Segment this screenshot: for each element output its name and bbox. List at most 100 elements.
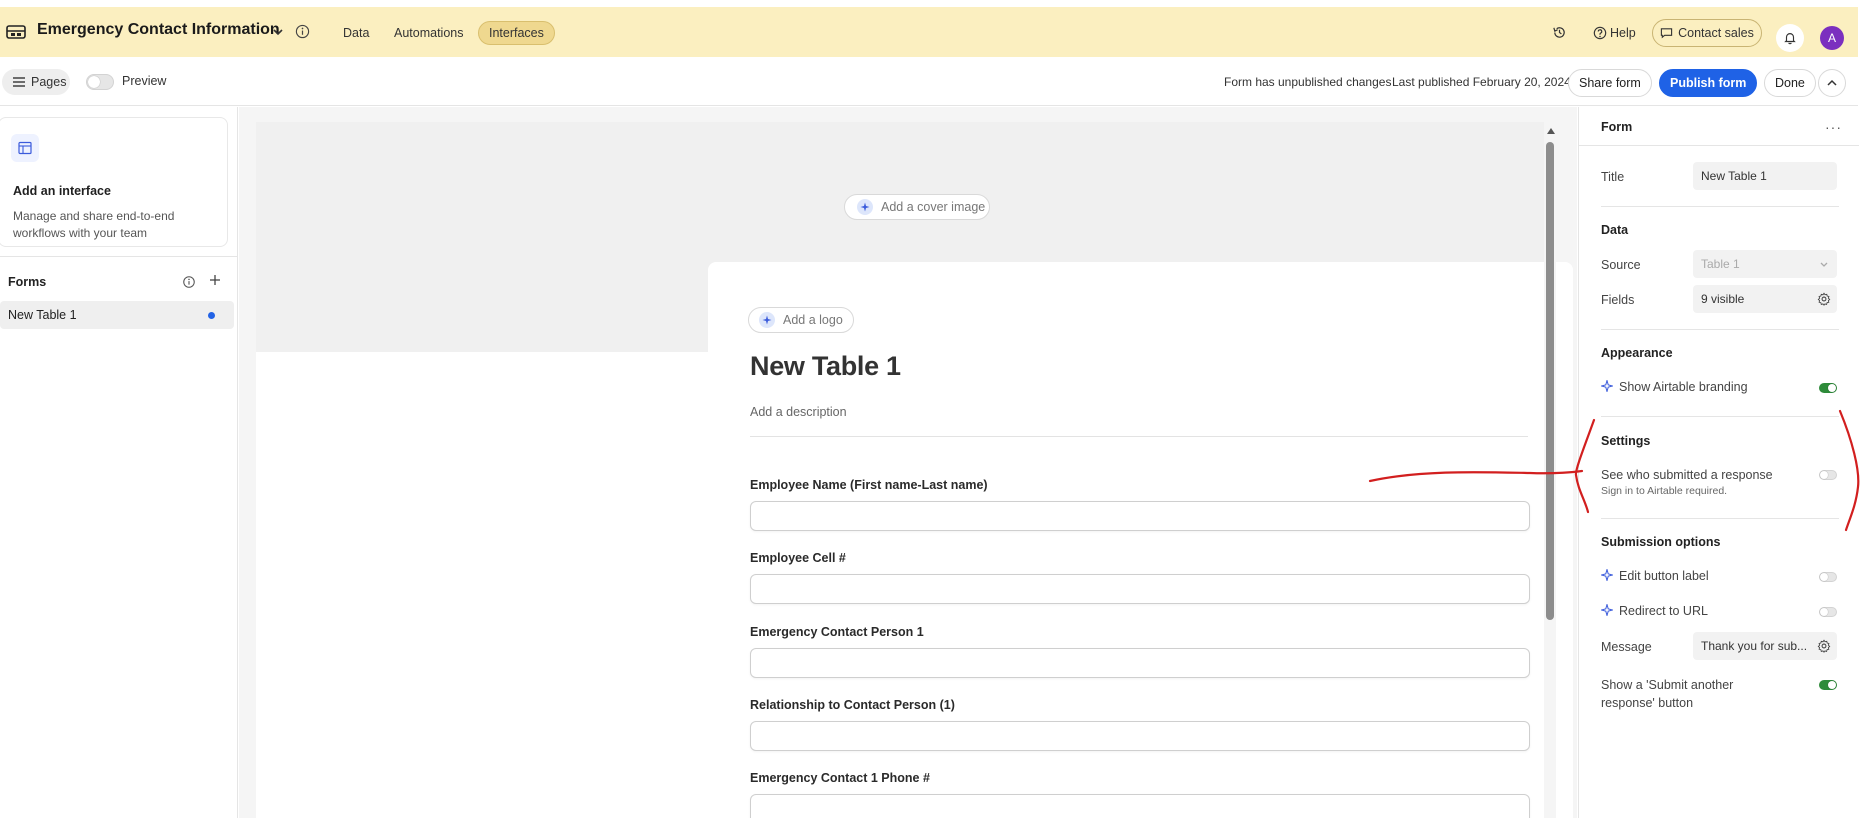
last-published: Last published February 20, 2024 [1392,75,1571,89]
sparkle-icon [1601,569,1613,581]
gear-icon [1817,292,1831,306]
contact-sales-button[interactable]: Contact sales [1652,19,1762,47]
add-logo-label: Add a logo [783,313,843,327]
sidebar-item-label: New Table 1 [8,308,77,322]
share-form-button[interactable]: Share form [1568,69,1652,97]
base-icon[interactable] [6,23,26,41]
branding-toggle[interactable] [1819,383,1837,393]
field-label: Relationship to Contact Person (1) [750,698,955,712]
source-value: Table 1 [1701,257,1740,271]
title-input[interactable]: New Table 1 [1693,162,1837,190]
message-label: Message [1601,640,1652,654]
done-button[interactable]: Done [1764,69,1816,97]
add-interface-card[interactable]: Add an interface Manage and share end-to… [0,117,228,247]
add-cover-image-label: Add a cover image [881,200,986,214]
info-icon[interactable] [295,24,310,39]
fields-value: 9 visible [1701,292,1745,306]
panel-heading: Form [1601,120,1633,134]
forms-heading: Forms [8,275,47,289]
field-label: Emergency Contact 1 Phone # [750,771,930,785]
more-icon[interactable]: ··· [1825,119,1842,135]
nav-data[interactable]: Data [333,21,379,45]
help-link[interactable]: Help [1610,26,1636,40]
form-field: Employee Name (First name-Last name) [750,478,1530,531]
add-icon[interactable] [208,273,222,287]
source-select[interactable]: Table 1 [1693,250,1837,278]
redirect-toggle[interactable] [1819,607,1837,617]
pages-sidebar: Add an interface Manage and share end-to… [0,107,238,818]
avatar[interactable]: A [1820,26,1844,50]
menu-icon [13,77,25,87]
field-label: Emergency Contact Person 1 [750,625,924,639]
sparkle-icon [759,312,775,328]
divider [1601,206,1839,207]
divider [1601,416,1839,417]
relationship-input[interactable] [750,721,1530,751]
submit-another-toggle[interactable] [1819,680,1837,690]
divider [1579,145,1859,146]
interface-toolbar: Pages Preview Form has unpublished chang… [0,57,1858,106]
form-card: Add a logo New Table 1 Add a description… [708,262,1573,818]
scroll-up-arrow[interactable] [1547,128,1555,134]
preview-toggle[interactable] [86,74,114,90]
submission-heading: Submission options [1601,535,1721,549]
employee-cell-input[interactable] [750,574,1530,604]
fields-label: Fields [1601,293,1635,307]
form-field: Relationship to Contact Person (1) [750,698,1530,751]
notifications-button[interactable] [1776,24,1804,52]
gear-icon [1817,639,1831,653]
add-interface-description: Manage and share end-to-end workflows wi… [13,209,175,240]
history-icon[interactable] [1552,25,1567,40]
sidebar-item-new-table-1[interactable]: New Table 1 [0,301,234,329]
emergency-contact-1-input[interactable] [750,648,1530,678]
divider [1601,329,1839,330]
see-who-label: See who submitted a response [1601,468,1773,482]
see-who-sublabel: Sign in to Airtable required. [1601,485,1728,497]
form-settings-panel: Form ··· Title New Table 1 Data Source T… [1578,107,1859,818]
info-icon[interactable] [182,275,196,289]
scrollbar[interactable] [1544,122,1556,818]
form-title[interactable]: New Table 1 [750,351,901,382]
branding-label: Show Airtable branding [1619,380,1748,394]
add-logo-button[interactable]: Add a logo [748,307,854,333]
fields-select[interactable]: 9 visible [1693,285,1837,313]
emergency-contact-phone-input[interactable] [750,794,1530,818]
publish-form-button[interactable]: Publish form [1659,69,1758,97]
sparkle-icon [1601,604,1613,616]
employee-name-input[interactable] [750,501,1530,531]
chat-icon [1660,28,1673,39]
field-label: Employee Name (First name-Last name) [750,478,988,492]
chevron-up-icon [1827,79,1837,86]
see-who-toggle[interactable] [1819,470,1837,480]
sparkle-icon [857,199,873,215]
submit-another-label: Show a 'Submit another response' button [1601,678,1734,710]
source-label: Source [1601,258,1641,272]
sparkle-icon [1601,380,1613,392]
unpublished-dot [208,312,215,319]
top-header: Emergency Contact Information Data Autom… [0,7,1858,57]
unpublished-status: Form has unpublished changes [1224,75,1392,89]
title-label: Title [1601,170,1625,184]
help-icon[interactable] [1593,26,1607,40]
form-canvas: Add a cover image Add a logo New Table 1… [239,107,1577,818]
form-description[interactable]: Add a description [750,405,847,419]
contact-sales-label: Contact sales [1678,26,1754,40]
base-title[interactable]: Emergency Contact Information [37,21,280,39]
chevron-down-icon[interactable] [272,26,284,38]
nav-interfaces[interactable]: Interfaces [478,21,555,45]
settings-heading: Settings [1601,434,1651,448]
scrollbar-thumb[interactable] [1546,142,1554,620]
pages-label: Pages [31,75,67,89]
nav-automations[interactable]: Automations [384,21,473,45]
form-field: Emergency Contact 1 Phone # [750,771,1530,818]
add-interface-title: Add an interface [13,184,111,198]
collapse-button[interactable] [1818,69,1846,97]
edit-button-toggle[interactable] [1819,572,1837,582]
divider [1601,518,1839,519]
chevron-down-icon [1820,262,1828,267]
divider [0,256,238,257]
message-input[interactable]: Thank you for sub... [1693,632,1837,660]
pages-button[interactable]: Pages [2,69,70,95]
add-cover-image-button[interactable]: Add a cover image [844,194,990,220]
form-field: Employee Cell # [750,551,1530,604]
